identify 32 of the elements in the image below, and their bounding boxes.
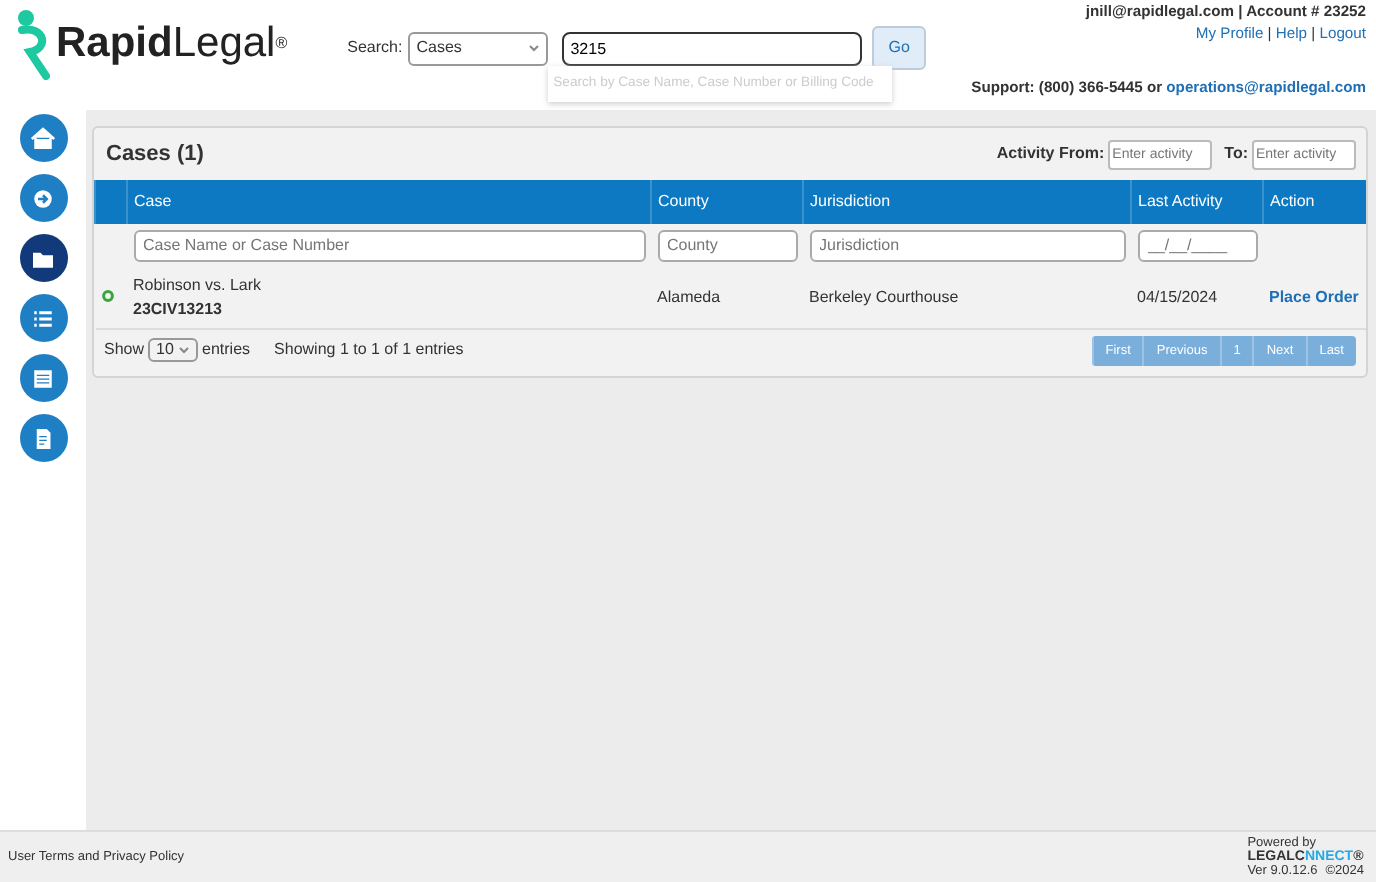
column-header[interactable]: Last Activity [1131, 179, 1263, 223]
caret-icon [528, 44, 541, 52]
home-icon [28, 123, 58, 153]
panel-title: Cases (1) [106, 140, 204, 170]
activity-from-label: Activity From: [996, 142, 1105, 167]
activity-to-label: To: [1224, 142, 1248, 167]
search-label: Search: [347, 36, 403, 60]
page-length-dropdown[interactable]: 10 [148, 338, 199, 363]
column-header[interactable]: Jurisdiction [803, 179, 1131, 223]
caret-icon [178, 346, 191, 355]
sidebar-button[interactable] [19, 234, 67, 282]
table-info: Showing 1 to 1 of 1 entries [274, 338, 464, 363]
filter-field[interactable]: Jurisdiction [809, 229, 1125, 261]
place-order-link[interactable]: Place Order [1269, 287, 1359, 305]
go-button[interactable]: Go [872, 26, 926, 70]
column-header[interactable]: County [651, 179, 803, 223]
case-number: 23CIV13213 [133, 297, 224, 321]
column-header[interactable]: Case [127, 179, 651, 223]
entries-label: entries [202, 338, 251, 363]
scope-dropdown[interactable]: Cases [408, 31, 549, 65]
case-name: Robinson vs. Lark [133, 273, 264, 297]
filter-field[interactable]: Case Name or Case Number [133, 229, 645, 261]
search-field[interactable]: 3215 [562, 31, 863, 65]
filter-field[interactable]: County [657, 229, 797, 261]
logo-icon [16, 8, 50, 80]
show-label: Show [104, 338, 145, 363]
table-cell: 04/15/2024 [1131, 267, 1263, 328]
filter-field[interactable]: __/__/____ [1137, 229, 1257, 261]
logo-text: RapidLegal$^{®}$ [56, 18, 288, 71]
table-cell: Berkeley Courthouse [803, 267, 1131, 328]
column-header[interactable]: Action [1263, 179, 1366, 223]
table-cell: Alameda [651, 267, 803, 328]
